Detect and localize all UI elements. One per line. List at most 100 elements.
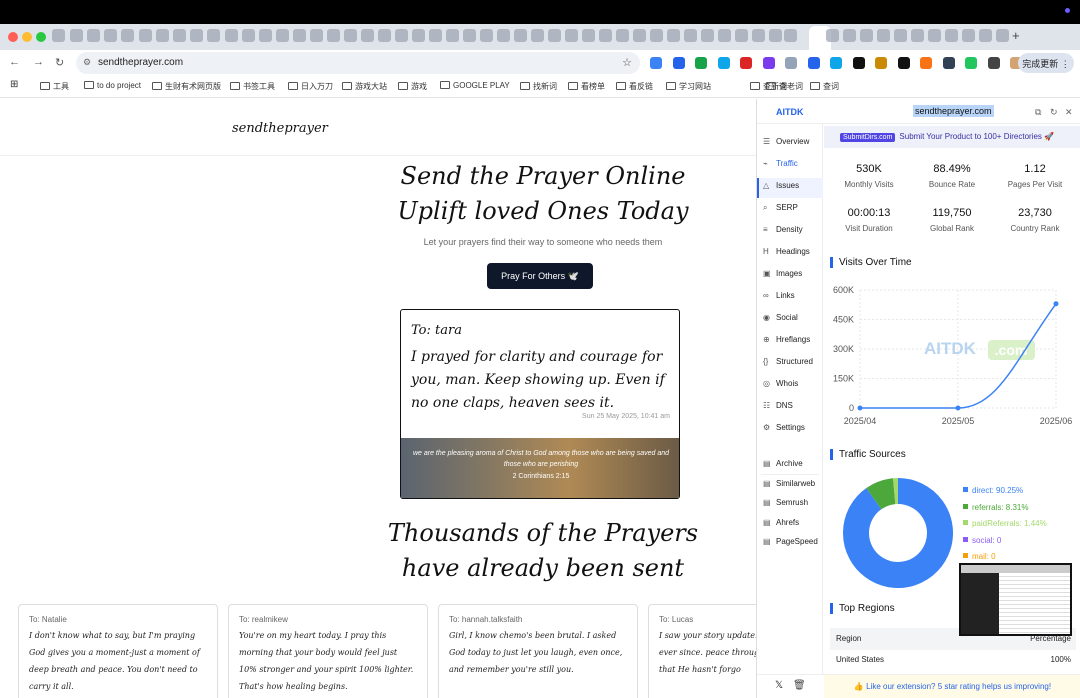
browser-tab[interactable] [173, 29, 186, 42]
apps-grid-icon[interactable]: ⊞ [10, 79, 18, 90]
extension-icon[interactable] [965, 57, 977, 69]
maximize-window-button[interactable] [36, 32, 46, 42]
legend-item[interactable]: referrals: 8.31% [963, 503, 1028, 512]
nav-images[interactable]: ▣ Images [763, 269, 802, 278]
browser-tab[interactable] [242, 29, 255, 42]
nav-density[interactable]: ≡ Density [763, 225, 803, 234]
nav-overview[interactable]: ☰ Overview [763, 137, 809, 146]
browser-tab[interactable] [344, 29, 357, 42]
extension-icon[interactable] [920, 57, 932, 69]
browser-tab[interactable] [684, 29, 697, 42]
promo-banner[interactable]: SubmitDirs.com Submit Your Product to 100… [824, 126, 1080, 148]
nav-traffic[interactable]: ⌁ Traffic [763, 159, 798, 168]
browser-tab[interactable] [826, 29, 839, 42]
browser-tab[interactable] [104, 29, 117, 42]
browser-tab[interactable] [718, 29, 731, 42]
browser-tab[interactable] [911, 29, 924, 42]
browser-tab[interactable] [361, 29, 374, 42]
browser-tab[interactable] [979, 29, 992, 42]
bookmark-item[interactable]: 找新词 [520, 81, 557, 92]
legend-item[interactable]: social: 0 [963, 536, 1001, 545]
screenshot-thumbnail[interactable] [959, 563, 1072, 636]
browser-tab[interactable] [769, 29, 782, 42]
extension-icon[interactable] [695, 57, 707, 69]
forward-icon[interactable]: → [33, 56, 44, 68]
prayer-card[interactable]: To: hannah.talksfaith Girl, I know chemo'… [438, 604, 638, 698]
extension-icon[interactable] [897, 57, 910, 69]
browser-tab[interactable] [945, 29, 958, 42]
close-icon[interactable]: ✕ [1065, 107, 1073, 118]
browser-tab[interactable] [327, 29, 340, 42]
legend-item[interactable]: mail: 0 [963, 552, 996, 561]
browser-tab[interactable] [207, 29, 220, 42]
nav-social[interactable]: ◉ Social [763, 313, 798, 322]
extension-icon[interactable] [672, 57, 685, 69]
browser-tab[interactable] [310, 29, 323, 42]
nav-archive[interactable]: ▤ Archive [763, 459, 803, 468]
new-tab-icon[interactable]: + [1012, 28, 1020, 43]
browser-tab[interactable] [928, 29, 941, 42]
extension-icon[interactable] [942, 57, 955, 69]
browser-tab[interactable] [996, 29, 1009, 42]
browser-tab[interactable] [190, 29, 203, 42]
extension-icon[interactable] [852, 57, 865, 69]
bookmark-item[interactable]: 查词 [810, 81, 839, 92]
bookmark-item[interactable]: 看榜单 [568, 81, 605, 92]
bookmark-item[interactable]: 生财有术网页版 [152, 81, 221, 92]
prayer-card[interactable]: To: realmikew You're on my heart today. I… [228, 604, 428, 698]
browser-tab[interactable] [225, 29, 238, 42]
browser-tab[interactable] [667, 29, 680, 42]
legend-item[interactable]: direct: 90.25% [963, 486, 1023, 495]
refresh-icon[interactable]: ↻ [1050, 107, 1058, 118]
browser-tab[interactable] [843, 29, 856, 42]
browser-tab[interactable] [735, 29, 748, 42]
browser-tab[interactable] [650, 29, 663, 42]
extension-icon[interactable] [785, 57, 797, 69]
extension-icon[interactable] [807, 57, 820, 69]
prayer-card[interactable]: To: Lucas I saw your story update. prayin… [648, 604, 756, 698]
bookmark-item[interactable]: GOOGLE PLAY [440, 81, 510, 90]
nav-hreflangs[interactable]: ⊕ Hreflangs [763, 335, 810, 344]
bookmark-item[interactable]: 工具 [40, 81, 69, 92]
browser-tab[interactable] [378, 29, 391, 42]
browser-tab[interactable] [633, 29, 646, 42]
browser-tab[interactable] [860, 29, 873, 42]
update-button[interactable]: 完成更新 ⋮ [1018, 53, 1074, 73]
browser-tab[interactable] [156, 29, 169, 42]
browser-tab[interactable] [276, 29, 289, 42]
browser-tab[interactable] [497, 29, 510, 42]
reload-icon[interactable]: ↻ [55, 56, 64, 69]
nav-ahrefs[interactable]: ▤ Ahrefs [763, 518, 799, 527]
browser-tab[interactable] [565, 29, 578, 42]
browser-tab[interactable] [514, 29, 527, 42]
site-logo[interactable]: sendtheprayer [232, 121, 328, 136]
bookmark-item[interactable]: 查老词 [766, 81, 803, 92]
extension-icon[interactable] [650, 57, 662, 69]
prayer-card[interactable]: To: Natalie I don't know what to say, but… [18, 604, 218, 698]
browser-tab[interactable] [446, 29, 459, 42]
trash-icon[interactable]: 🗑 [793, 680, 806, 691]
browser-tab[interactable] [480, 29, 493, 42]
nav-settings[interactable]: ⚙ Settings [763, 423, 805, 432]
browser-tab[interactable] [962, 29, 975, 42]
browser-tab[interactable] [463, 29, 476, 42]
back-icon[interactable]: ← [9, 56, 20, 68]
nav-dns[interactable]: ☷ DNS [763, 401, 793, 410]
browser-tab[interactable] [429, 29, 442, 42]
browser-tab[interactable] [877, 29, 890, 42]
minimize-window-button[interactable] [22, 32, 32, 42]
nav-whois[interactable]: ◎ Whois [763, 379, 798, 388]
extension-icon[interactable] [830, 57, 842, 69]
nav-similarweb[interactable]: ▤ Similarweb [763, 479, 815, 488]
browser-tab[interactable] [894, 29, 907, 42]
address-bar[interactable]: ⚙ sendtheprayer.com ☆ [76, 52, 640, 74]
browser-tab[interactable] [599, 29, 612, 42]
nav-semrush[interactable]: ▤ Semrush [763, 498, 808, 507]
nav-pagespeed[interactable]: ▤ PageSpeed [763, 537, 818, 546]
bookmark-item[interactable]: to do project [84, 81, 141, 90]
close-window-button[interactable] [8, 32, 18, 42]
browser-tab[interactable] [582, 29, 595, 42]
bookmark-item[interactable]: 游戏 [398, 81, 427, 92]
featured-prayer-card[interactable]: To: tara I prayed for clarity and courag… [400, 309, 680, 499]
site-info-icon[interactable]: ⚙ [83, 57, 91, 68]
